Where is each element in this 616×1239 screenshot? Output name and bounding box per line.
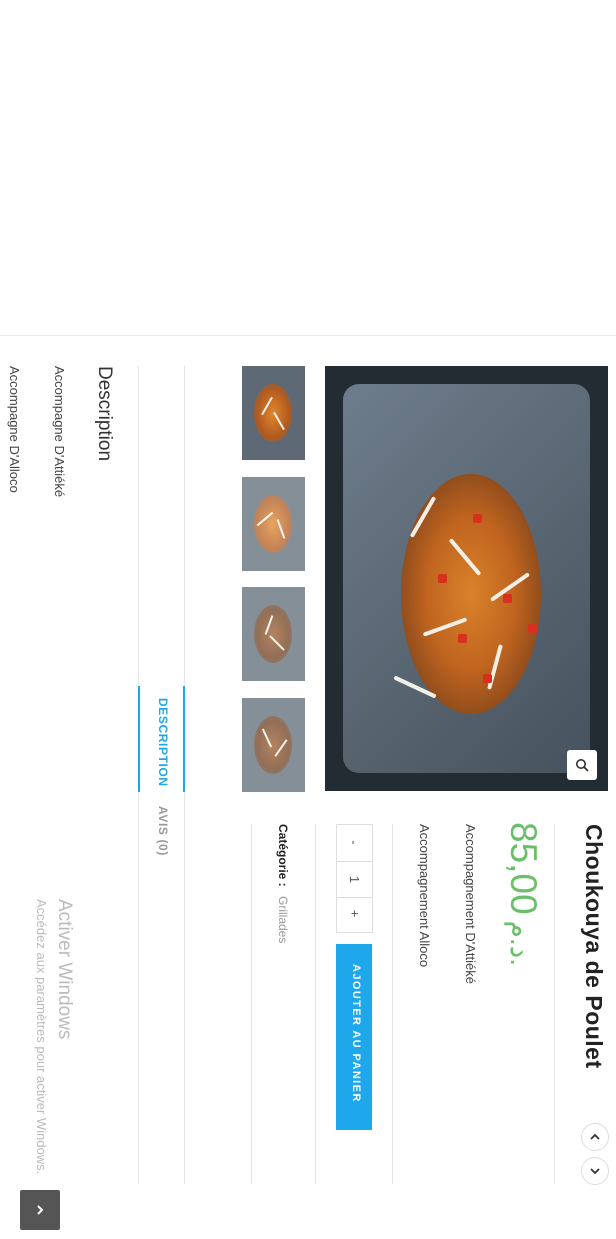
windows-activation-title: Activer Windows [54,899,75,1040]
tab-reviews[interactable]: AVIS (0) [156,806,170,856]
product-thumbnail[interactable] [242,698,305,792]
add-to-cart-button[interactable]: AJOUTER AU PANIER [336,944,372,1130]
tomato-piece [458,634,467,643]
product-main-image[interactable] [325,366,608,791]
header-divider [0,335,616,336]
product-thumbnail[interactable] [242,587,305,681]
divider [315,824,316,1184]
quantity-stepper[interactable]: - 1 + [336,824,373,933]
tomato-piece [473,514,482,523]
tab-description[interactable]: DESCRIPTION [156,698,170,787]
category-link[interactable]: Grillades [276,896,290,943]
divider [392,824,393,1184]
next-product-button[interactable] [581,1157,609,1185]
quantity-input[interactable]: 1 [337,861,372,898]
description-line: Accompagne D'Alloco [7,366,22,493]
product-title: Choukouya de Poulet [581,824,607,1069]
food-shape [401,474,541,714]
prev-product-button[interactable] [581,1123,609,1151]
description-heading: Description [94,366,115,462]
product-thumbnail[interactable] [242,477,305,571]
product-price: 85,00 د.م. [502,822,544,966]
accompaniment-line: Accompagnement D'Attiéké [463,824,478,985]
tomato-piece [503,594,512,603]
divider [251,824,252,1184]
windows-activation-subtitle: Accédez aux paramètres pour activer Wind… [34,899,49,1175]
add-to-cart-label: AJOUTER AU PANIER [350,964,362,1103]
thumb-food [254,716,292,774]
thumb-food [254,605,292,663]
chevron-up-icon [590,1133,600,1140]
tomato-piece [528,624,537,633]
zoom-button[interactable] [567,750,597,780]
price-value: 85,00 [503,822,544,915]
accompaniment-line: Accompagnement Alloco [417,824,432,968]
scroll-to-top-button[interactable] [20,1190,60,1230]
chevron-down-icon [590,1168,600,1175]
tomato-piece [483,674,492,683]
active-tab-indicator [183,686,185,792]
active-tab-indicator [138,686,140,792]
chevron-right-icon [37,1205,44,1215]
price-currency: د.م. [505,920,536,966]
quantity-minus-button[interactable]: - [337,825,372,860]
tomato-piece [438,574,447,583]
description-line: Accompagne D'Attiéké [52,366,67,498]
category-label: Catégorie : [276,824,290,887]
divider [554,824,555,1184]
product-thumbnail[interactable] [242,366,305,460]
magnifier-icon [576,759,589,772]
quantity-plus-button[interactable]: + [337,896,372,931]
plate-shape [343,384,590,773]
